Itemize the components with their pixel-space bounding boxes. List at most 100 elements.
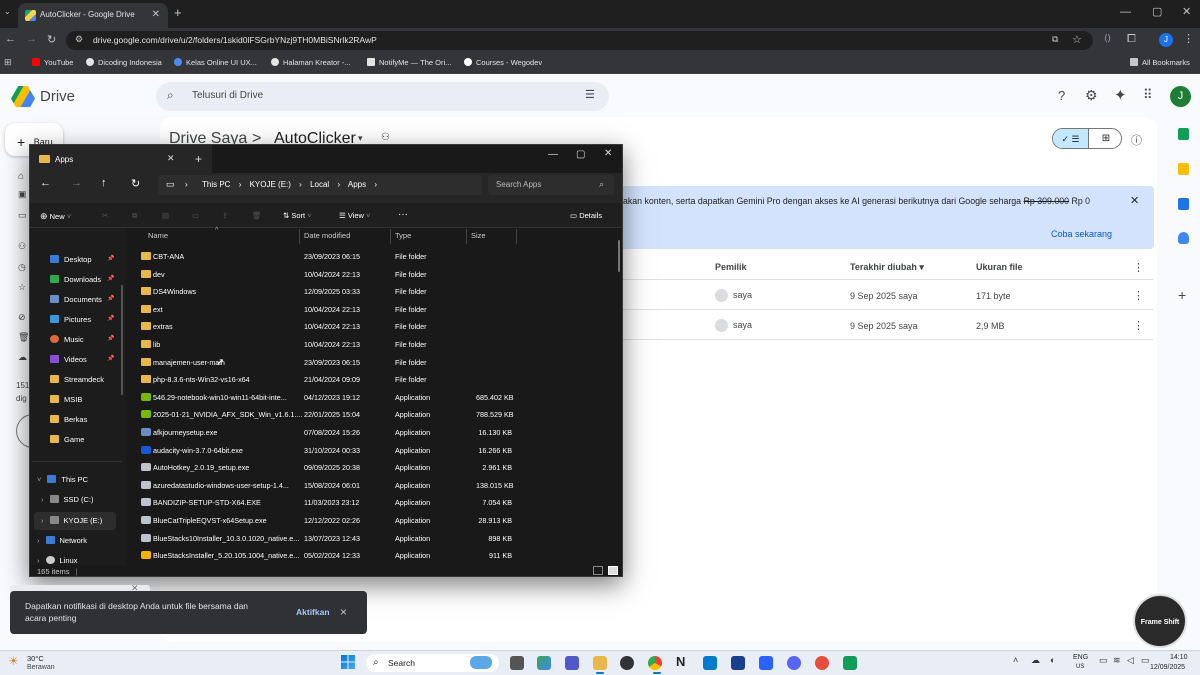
drive-search-input[interactable]: ⌕ Telusuri di Drive ☰ bbox=[156, 82, 609, 111]
google-apps-icon[interactable]: ⠿ bbox=[1143, 87, 1153, 103]
file-row[interactable]: dev 10/04/2024 22:13 File folder bbox=[140, 266, 610, 284]
close-tab-icon[interactable]: ✕ bbox=[167, 153, 175, 164]
column-divider[interactable] bbox=[516, 229, 517, 244]
davinci-icon[interactable] bbox=[815, 656, 829, 670]
browser-tab[interactable]: AutoClicker - Google Drive ✕ bbox=[18, 3, 168, 28]
path-segment[interactable]: This PC bbox=[202, 180, 230, 189]
profile-avatar[interactable]: J bbox=[1159, 33, 1173, 47]
sort-button[interactable]: ⇅ Sort ˅ bbox=[283, 211, 312, 220]
nav-item-linux[interactable]: › Linux bbox=[37, 556, 77, 565]
file-row[interactable]: BlueCatTripleEQVST-x64Setup.exe 12/12/202… bbox=[140, 512, 610, 530]
battery-icon[interactable]: ▭ bbox=[1141, 655, 1150, 666]
shared-icon[interactable]: ⚇ bbox=[18, 241, 26, 252]
task-view-icon[interactable] bbox=[510, 656, 524, 670]
column-divider[interactable] bbox=[390, 229, 391, 244]
copilot-icon[interactable] bbox=[537, 656, 551, 670]
cloud-icon[interactable]: ☁ bbox=[1031, 655, 1040, 666]
nav-item-downloads[interactable]: Downloads 📌 bbox=[50, 275, 114, 284]
column-last-modified[interactable]: Terakhir diubah ▾ bbox=[850, 262, 924, 273]
column-date-modified[interactable]: Date modified bbox=[304, 231, 350, 240]
file-row[interactable]: 2025-01-21_NVIDIA_AFX_SDK_Win_v1.6.1....… bbox=[140, 406, 610, 424]
more-options-icon[interactable]: ··· bbox=[398, 209, 408, 220]
details-button[interactable]: ▭ Details bbox=[570, 211, 602, 220]
column-file-size[interactable]: Ukuran file bbox=[976, 262, 1023, 272]
search-filter-icon[interactable]: ☰ bbox=[585, 88, 595, 101]
browser-menu-icon[interactable]: ⋮ bbox=[1183, 32, 1194, 45]
toast-enable-button[interactable]: Aktifkan bbox=[296, 607, 330, 617]
details-view-icon[interactable] bbox=[593, 566, 603, 575]
file-row[interactable]: AutoHotkey_2.0.19_setup.exe 09/09/2025 20… bbox=[140, 459, 610, 477]
home-icon[interactable]: ⌂ bbox=[18, 171, 24, 182]
teams-icon[interactable] bbox=[565, 656, 579, 670]
volume-icon[interactable]: ◁ bbox=[1127, 655, 1134, 666]
column-size[interactable]: Size bbox=[471, 231, 486, 240]
file-row[interactable]: lib 10/04/2024 22:13 File folder bbox=[140, 336, 610, 354]
close-window-icon[interactable]: ✕ bbox=[1182, 5, 1191, 18]
file-row[interactable]: php-8.3.6-nts-Win32-vs16-x64 21/04/2024 0… bbox=[140, 371, 610, 389]
all-bookmarks[interactable]: All Bookmarks bbox=[1130, 58, 1190, 67]
file-row[interactable]: BlueStacksInstaller_5.20.105.1004_native… bbox=[140, 547, 610, 565]
language[interactable]: ENG bbox=[1073, 654, 1088, 661]
file-row[interactable]: DS4Windows 12/09/2025 03:33 File folder bbox=[140, 283, 610, 301]
row-more-actions-icon[interactable]: ⋮ bbox=[1133, 319, 1144, 332]
address-bar[interactable]: ⚙ drive.google.com/drive/u/2/folders/1sk… bbox=[66, 31, 1093, 50]
rename-icon[interactable]: ▭ bbox=[192, 211, 199, 220]
refresh-icon[interactable]: ↻ bbox=[131, 177, 140, 190]
bookmark-notifyme[interactable]: NotifyMe — The Ori... bbox=[367, 58, 451, 67]
display-icon[interactable]: ▭ bbox=[1099, 655, 1108, 666]
file-explorer-icon[interactable] bbox=[593, 656, 607, 670]
delete-icon[interactable]: 🗑 bbox=[252, 211, 262, 220]
settings-gear-icon[interactable]: ⚙ bbox=[1085, 87, 1098, 104]
shared-folder-icon[interactable]: ⚇ bbox=[381, 132, 390, 143]
notion-icon[interactable]: N bbox=[676, 654, 685, 669]
file-row[interactable]: ext 10/04/2024 22:13 File folder bbox=[140, 301, 610, 319]
weather-tray-icon[interactable]: ◐ bbox=[1050, 655, 1055, 665]
bookmark-youtube[interactable]: YouTube bbox=[32, 58, 73, 67]
column-name[interactable]: Name bbox=[148, 231, 168, 240]
column-divider[interactable] bbox=[466, 229, 467, 244]
toast-close-icon[interactable]: × bbox=[340, 605, 347, 619]
file-row[interactable]: BANDIZIP-SETUP-STD-X64.EXE 11/03/2023 23:… bbox=[140, 494, 610, 512]
back-arrow-icon[interactable]: ← bbox=[40, 177, 51, 189]
taskbar-search[interactable]: ⌕ Search bbox=[366, 654, 499, 672]
forward-arrow-icon[interactable]: → bbox=[71, 177, 82, 189]
new-tab-button[interactable]: + bbox=[174, 5, 182, 20]
maximize-window-icon[interactable]: ▢ bbox=[1152, 5, 1162, 18]
share-icon[interactable]: ⇪ bbox=[222, 211, 228, 220]
weather-desc[interactable]: Berawan bbox=[27, 664, 55, 671]
site-info-icon[interactable]: ⚙ bbox=[75, 34, 83, 45]
banner-close-icon[interactable]: ✕ bbox=[1130, 194, 1139, 207]
path-segment[interactable]: KYOJE (E:) bbox=[250, 180, 291, 189]
nav-item-this-pc[interactable]: ˅ This PC bbox=[37, 475, 88, 484]
folder-menu-caret-icon[interactable]: ▾ bbox=[358, 133, 363, 144]
bookmark-kelas-online[interactable]: Kelas Online UI UX... bbox=[174, 58, 257, 67]
sheets-icon[interactable] bbox=[1178, 128, 1189, 140]
nav-scrollbar[interactable] bbox=[121, 285, 123, 395]
view-button[interactable]: ☰ View ˅ bbox=[339, 211, 370, 220]
path-segment[interactable]: Local bbox=[310, 180, 329, 189]
file-row[interactable]: CBT-ANA 23/09/2023 06:15 File folder bbox=[140, 248, 610, 266]
file-row[interactable]: 546.29-notebook-win10-win11-64bit-inte..… bbox=[140, 389, 610, 407]
trash-icon[interactable]: 🗑 bbox=[18, 332, 29, 343]
close-tab-icon[interactable]: ✕ bbox=[152, 9, 160, 20]
media-player-icon[interactable] bbox=[620, 656, 634, 670]
cut-icon[interactable]: ✂ bbox=[102, 211, 108, 220]
nav-item-documents[interactable]: Documents 📌 bbox=[50, 295, 114, 304]
maximize-icon[interactable]: ▢ bbox=[576, 149, 585, 160]
l-app-icon[interactable] bbox=[731, 656, 745, 670]
contacts-icon[interactable] bbox=[1178, 232, 1189, 244]
column-options-icon[interactable]: ⋮ bbox=[1133, 261, 1144, 274]
nav-item-network[interactable]: › Network bbox=[37, 536, 87, 545]
nav-item-berkas[interactable]: Berkas bbox=[50, 415, 87, 424]
nav-item-ssd-c[interactable]: › SSD (C:) bbox=[41, 495, 94, 504]
recent-icon[interactable]: ◷ bbox=[18, 262, 26, 273]
explorer-search-input[interactable]: Search Apps ⌕ bbox=[488, 175, 614, 195]
column-type[interactable]: Type bbox=[395, 231, 411, 240]
banner-try-now-link[interactable]: Coba sekarang bbox=[1051, 229, 1112, 239]
spam-icon[interactable]: ⊘ bbox=[18, 312, 26, 323]
new-button[interactable]: ⊕ New ˅ bbox=[40, 211, 71, 222]
vscode-icon[interactable] bbox=[703, 656, 717, 670]
sheets-app-icon[interactable] bbox=[843, 656, 857, 670]
close-icon[interactable]: ✕ bbox=[604, 148, 612, 159]
file-row[interactable]: extras 10/04/2024 22:13 File folder bbox=[140, 318, 610, 336]
